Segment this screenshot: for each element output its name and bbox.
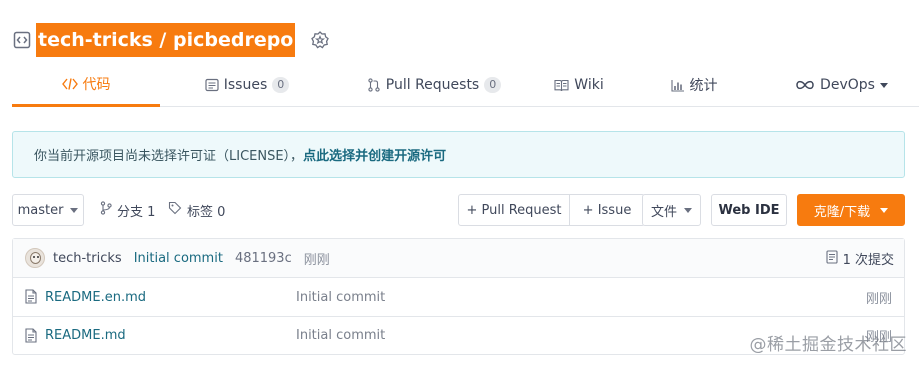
license-notice-text: 你当前开源项目尚未选择许可证（LICENSE）， bbox=[34, 149, 304, 164]
tab-stats[interactable]: 统计 bbox=[624, 64, 764, 106]
tab-issues[interactable]: Issues 0 bbox=[160, 64, 334, 106]
file-commit-message[interactable]: Initial commit bbox=[296, 290, 385, 305]
code-repo-icon bbox=[12, 30, 32, 50]
recommend-badge-icon[interactable] bbox=[309, 29, 331, 51]
new-pull-request-button[interactable]: + Pull Request bbox=[459, 195, 569, 225]
bar-chart-icon bbox=[670, 79, 685, 92]
tab-wiki[interactable]: Wiki bbox=[534, 64, 624, 106]
file-name[interactable]: README.md bbox=[45, 328, 126, 343]
tab-label: DevOps bbox=[820, 77, 875, 93]
clone-download-label: 克隆/下载 bbox=[813, 204, 871, 220]
issues-count-badge: 0 bbox=[272, 77, 290, 93]
latest-commit-row: tech-tricks Initial commit 481193c 刚刚 1 … bbox=[13, 239, 904, 278]
file-commit-time: 刚刚 bbox=[865, 291, 892, 307]
file-name[interactable]: README.en.md bbox=[45, 290, 146, 305]
tags-count: 标签 0 bbox=[187, 204, 226, 220]
branch-icon bbox=[100, 201, 112, 219]
web-ide-button[interactable]: Web IDE bbox=[711, 194, 787, 226]
commit-sha[interactable]: 481193c bbox=[235, 251, 292, 266]
repo-toolbar: master 分支 1 标签 0 + Pull Request + Issue … bbox=[12, 194, 905, 226]
code-icon bbox=[61, 78, 78, 90]
commit-message[interactable]: Initial commit bbox=[134, 251, 223, 266]
tab-pull-requests[interactable]: Pull Requests 0 bbox=[334, 64, 534, 106]
commit-count-link[interactable]: 1 次提交 bbox=[826, 239, 894, 278]
tags-link[interactable]: 标签 0 bbox=[168, 194, 225, 226]
issues-icon bbox=[205, 78, 219, 92]
commit-time: 刚刚 bbox=[303, 252, 330, 268]
tab-label: Wiki bbox=[574, 77, 604, 93]
tag-icon bbox=[168, 201, 182, 219]
license-notice: 你当前开源项目尚未选择许可证（LICENSE）， 点此选择并创建开源许可 bbox=[12, 131, 905, 178]
chevron-down-icon bbox=[880, 207, 889, 213]
branches-count: 分支 1 bbox=[117, 204, 156, 220]
table-row: README.en.md Initial commit 刚刚 bbox=[13, 278, 904, 316]
file-menu-button[interactable]: 文件 bbox=[642, 194, 701, 226]
tab-label: Issues bbox=[223, 77, 268, 93]
new-issue-button[interactable]: + Issue bbox=[569, 195, 644, 225]
file-icon bbox=[25, 289, 37, 308]
branch-name: master bbox=[17, 202, 64, 218]
tab-label: 统计 bbox=[689, 78, 718, 94]
pr-issue-group: + Pull Request + Issue bbox=[458, 194, 645, 226]
branches-link[interactable]: 分支 1 bbox=[100, 194, 155, 226]
tab-label: 代码 bbox=[82, 77, 111, 93]
book-icon bbox=[554, 79, 569, 92]
commit-count: 1 次提交 bbox=[842, 253, 894, 268]
chevron-down-icon bbox=[879, 82, 888, 88]
repo-tabs: 代码 Issues 0 Pull Requests 0 Wiki 统计 DevO… bbox=[12, 64, 919, 107]
avatar[interactable] bbox=[25, 248, 45, 268]
file-menu-label: 文件 bbox=[650, 204, 677, 220]
commit-author[interactable]: tech-tricks bbox=[53, 251, 122, 266]
pull-request-icon bbox=[367, 78, 381, 92]
infinity-icon bbox=[795, 80, 815, 90]
chevron-down-icon bbox=[684, 207, 692, 213]
repo-title[interactable]: tech-tricks / picbedrepo bbox=[36, 23, 296, 57]
tab-code[interactable]: 代码 bbox=[12, 64, 160, 107]
clone-download-button[interactable]: 克隆/下载 bbox=[797, 194, 905, 226]
file-icon bbox=[25, 328, 37, 347]
create-license-link[interactable]: 点此选择并创建开源许可 bbox=[303, 145, 446, 164]
repo-header: tech-tricks / picbedrepo bbox=[12, 22, 331, 58]
commit-history-icon bbox=[826, 249, 838, 268]
pull-requests-count-badge: 0 bbox=[484, 77, 502, 93]
chevron-down-icon bbox=[70, 207, 79, 213]
file-commit-message[interactable]: Initial commit bbox=[296, 328, 385, 343]
watermark: @稀土掘金技术社区 bbox=[749, 335, 907, 355]
tab-label: Pull Requests bbox=[385, 77, 480, 93]
tab-devops[interactable]: DevOps bbox=[764, 64, 919, 106]
branch-select[interactable]: master bbox=[12, 194, 84, 226]
